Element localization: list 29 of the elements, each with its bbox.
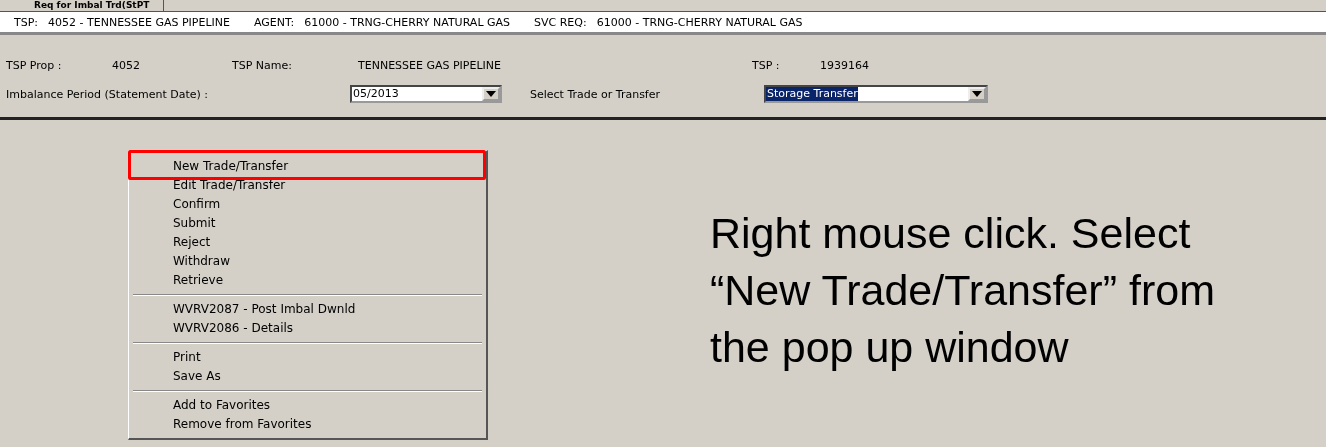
trade-dropdown[interactable]: Storage Transfer	[764, 85, 988, 103]
menu-item[interactable]: Save As	[137, 367, 482, 386]
menu-item[interactable]: New Trade/Transfer	[128, 150, 486, 180]
info-label: AGENT:	[254, 15, 295, 29]
field-label: TSP :	[752, 58, 781, 72]
menu-item[interactable]: Retrieve	[137, 271, 482, 290]
field-label: Select Trade or Transfer	[529, 87, 662, 101]
info-value: 61000 - TRNG-CHERRY NATURAL GAS	[304, 15, 511, 29]
menu-item[interactable]: Remove from Favorites	[137, 415, 482, 434]
field-value: 4052	[112, 58, 141, 72]
info-label: SVC REQ:	[534, 15, 587, 29]
field-value: 1939164	[820, 58, 869, 72]
menu-item[interactable]: Submit	[137, 214, 482, 233]
menu-item[interactable]: WVRV2087 - Post Imbal Dwnld	[137, 300, 482, 319]
info-value: 4052 - TENNESSEE GAS PIPELINE	[48, 15, 230, 29]
info-label: TSP:	[14, 15, 39, 29]
field-label: Imbalance Period (Statement Date) :	[6, 87, 210, 101]
instruction-text: Right mouse click. Select “New Trade/Transfer” from the pop up window	[710, 208, 1215, 373]
field-label: TSP Name:	[232, 58, 293, 72]
menu-item[interactable]: Reject	[137, 233, 482, 252]
menu-item[interactable]: Print	[137, 348, 482, 367]
menu-item[interactable]: Withdraw	[137, 252, 482, 271]
info-value: 61000 - TRNG-CHERRY NATURAL GAS	[596, 15, 803, 29]
field-value: TENNESSEE GAS PIPELINE	[358, 58, 502, 72]
menu-item[interactable]: Add to Favorites	[137, 396, 482, 415]
menu-item[interactable]: Confirm	[137, 195, 482, 214]
period-dropdown[interactable]: 05/2013	[350, 85, 502, 103]
menu-item[interactable]: WVRV2086 - Details	[137, 319, 482, 338]
field-label: TSP Prop :	[6, 58, 63, 72]
